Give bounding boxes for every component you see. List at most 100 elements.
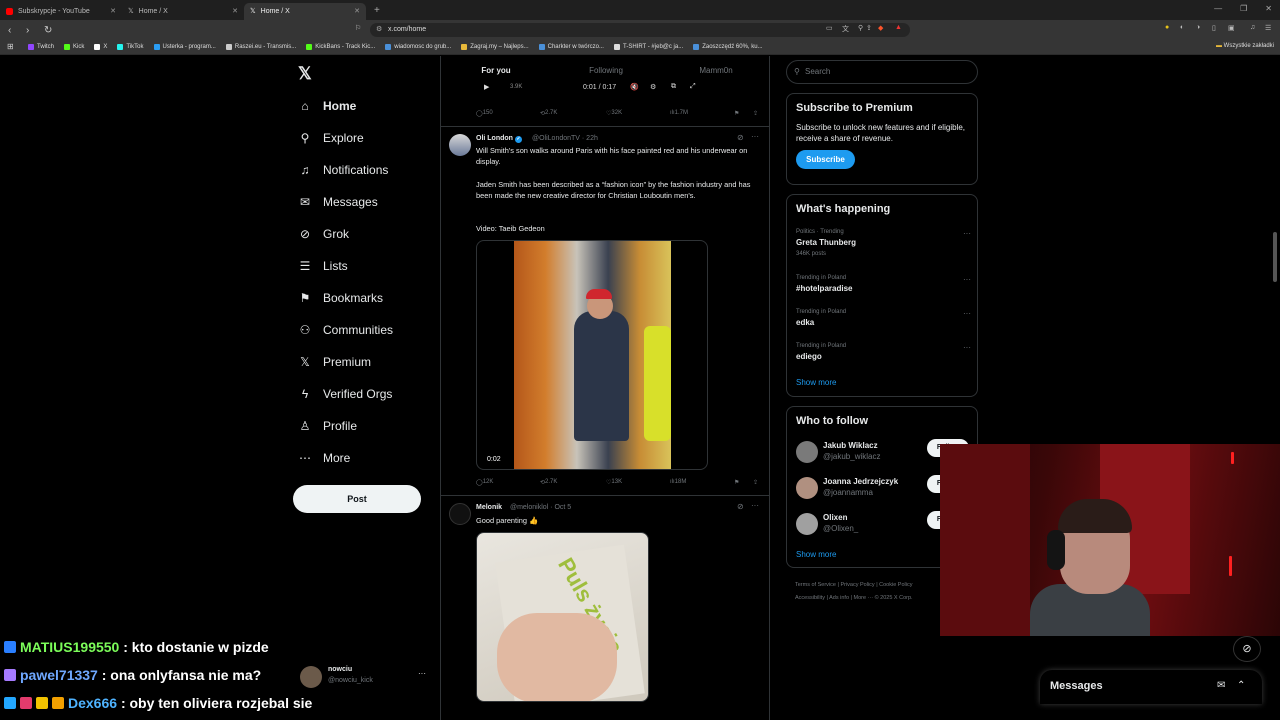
avatar[interactable] [796, 513, 818, 535]
avatar[interactable] [796, 477, 818, 499]
forward-icon[interactable]: › [26, 25, 36, 36]
tweet-photo[interactable]: Puls życia [476, 532, 649, 702]
cast-icon[interactable]: ▭ [826, 24, 833, 32]
bookmark-item[interactable]: Usterka - program... [153, 44, 216, 50]
trend-item[interactable]: Trending in Poland edka ··· [796, 309, 971, 327]
reply-icon[interactable]: ◯ 12K [476, 479, 493, 486]
settings-icon[interactable]: ⚙ [650, 83, 656, 91]
more-options-icon[interactable]: ··· [751, 132, 759, 141]
tweet-author-name[interactable]: Oli London ✓ [476, 135, 522, 143]
nav-item-premium[interactable]: 𝕏 Premium [298, 346, 438, 378]
bookmark-item[interactable]: wiadomosc do grub... [385, 44, 451, 50]
nav-item-bookmarks[interactable]: ⚑ Bookmarks [298, 282, 438, 314]
expand-icon[interactable]: ⌃ [1237, 680, 1245, 691]
more-options-icon[interactable]: ··· [751, 501, 759, 510]
nav-item-profile[interactable]: ♙ Profile [298, 410, 438, 442]
grok-button[interactable]: ⊘ [1233, 636, 1261, 662]
nav-item-explore[interactable]: ⚲ Explore [298, 122, 438, 154]
nav-item-grok[interactable]: ⊘ Grok [298, 218, 438, 250]
close-window-icon[interactable]: ✕ [1265, 4, 1272, 13]
tweet-author-name[interactable]: Melonik [476, 504, 502, 511]
like-icon[interactable]: ♡ 32K [606, 110, 622, 117]
bookmark-item[interactable]: Charkter w twórczo... [538, 44, 604, 50]
play-icon[interactable]: ▶ [484, 83, 489, 91]
bookmark-page-icon[interactable]: ⚐ [355, 24, 361, 32]
trend-item[interactable]: Politics · Trending Greta Thunberg 346K po… [796, 229, 971, 257]
minimize-icon[interactable]: — [1214, 4, 1222, 13]
more-options-icon[interactable]: ··· [963, 229, 971, 238]
x-logo-icon[interactable]: 𝕏 [298, 64, 312, 84]
close-tab-icon[interactable]: ✕ [232, 7, 238, 15]
trend-item[interactable]: Trending in Poland ediego ··· [796, 343, 971, 361]
bookmark-item[interactable]: Twitch [28, 44, 54, 50]
avatar[interactable] [449, 134, 471, 156]
tweet-author-handle[interactable]: @meloniklol · Oct 5 [510, 504, 571, 511]
site-info-icon[interactable]: ⚙ [376, 23, 382, 37]
translate-icon[interactable]: 文 [842, 24, 849, 34]
browser-tab-x-2[interactable]: 𝕏 Home / X ✕ [244, 2, 366, 20]
bookmark-icon[interactable]: ⚑ [734, 479, 739, 486]
bookmark-item[interactable]: T-SHIRT - #jeb@c ja... [613, 44, 683, 50]
nav-item-communities[interactable]: ⚇ Communities [298, 314, 438, 346]
all-bookmarks[interactable]: ▬ Wszystkie zakładki [1216, 43, 1274, 49]
nav-item-home[interactable]: ⌂ Home [298, 90, 438, 122]
share-icon[interactable]: ⇪ [753, 110, 758, 117]
browser-tab-x-1[interactable]: 𝕏 Home / X ✕ [122, 3, 244, 20]
more-options-icon[interactable]: ··· [418, 669, 426, 678]
sidebar-toggle-icon[interactable]: ▯ [1212, 24, 1216, 32]
bookmark-icon[interactable]: ⚑ [734, 110, 739, 117]
browser-tab-youtube[interactable]: Subskrypcje - YouTube ✕ [0, 3, 122, 20]
wallet-icon[interactable]: ▣ [1228, 24, 1235, 32]
avatar[interactable] [796, 441, 818, 463]
close-tab-icon[interactable]: ✕ [354, 7, 360, 15]
share-icon[interactable]: ⇪ [753, 479, 758, 486]
show-more-link[interactable]: Show more [796, 378, 836, 387]
nav-item-verified-orgs[interactable]: ϟ Verified Orgs [298, 378, 438, 410]
reply-icon[interactable]: ◯ 150 [476, 110, 493, 117]
repost-icon[interactable]: ⟲ 2.7K [540, 479, 557, 486]
views-icon[interactable]: ılı 18M [670, 479, 686, 485]
pip-icon[interactable]: ⧉ [671, 83, 676, 91]
search-input[interactable]: ⚲ Search [786, 60, 978, 84]
fullscreen-icon[interactable]: ⤢ [690, 83, 696, 91]
close-tab-icon[interactable]: ✕ [110, 7, 116, 15]
avatar[interactable] [449, 503, 471, 525]
new-tab-icon[interactable]: + [374, 5, 380, 16]
apps-grid-icon[interactable]: ⊞ [7, 42, 14, 51]
mute-icon[interactable]: 🔇 [630, 83, 639, 91]
messages-drawer[interactable]: Messages ✉ ⌃ [1040, 670, 1262, 704]
repost-icon[interactable]: ⟲ 2.7K [540, 110, 557, 117]
bookmark-item[interactable]: Raszei.eu - Transmis... [225, 44, 296, 50]
reload-icon[interactable]: ↻ [44, 25, 54, 36]
show-more-link[interactable]: Show more [796, 550, 836, 559]
nav-item-messages[interactable]: ✉ Messages [298, 186, 438, 218]
menu-icon[interactable]: ☰ [1265, 24, 1271, 32]
extension-icon[interactable]: ◑ [1196, 24, 1200, 31]
more-options-icon[interactable]: ··· [963, 275, 971, 284]
more-options-icon[interactable]: ··· [963, 309, 971, 318]
bookmark-item[interactable]: Kick [64, 44, 84, 50]
account-switcher[interactable]: nowciu @nowciu_kick ··· [298, 664, 436, 690]
extension-icon[interactable]: ◐ [1180, 24, 1184, 31]
post-button[interactable]: Post [293, 485, 421, 513]
subscribe-button[interactable]: Subscribe [796, 150, 855, 169]
bookmark-item[interactable]: KickBans - Track Kic... [306, 44, 375, 50]
bookmark-item[interactable]: Zaoszczędź 60%, ku... [693, 44, 763, 50]
tweet-video[interactable]: 0:02 [476, 240, 708, 470]
maximize-icon[interactable]: ❐ [1240, 4, 1247, 13]
new-message-icon[interactable]: ✉ [1217, 680, 1225, 691]
bookmark-item[interactable]: X [94, 44, 107, 50]
nav-item-more[interactable]: ⋯ More [298, 442, 438, 474]
like-icon[interactable]: ♡ 13K [606, 479, 622, 486]
share-icon[interactable]: ⇪ [866, 24, 872, 32]
extension-icon[interactable]: ● [1165, 24, 1169, 31]
more-options-icon[interactable]: ··· [963, 343, 971, 352]
grok-icon[interactable]: ⊘ [737, 502, 744, 511]
bookmark-item[interactable]: TikTok [117, 44, 144, 50]
nav-item-notifications[interactable]: ♫ Notifications [298, 154, 438, 186]
rewards-icon[interactable]: ▲ [895, 24, 902, 31]
brave-shield-icon[interactable]: ◆ [878, 24, 883, 32]
bookmark-item[interactable]: Zagraj.my – Najleps... [461, 44, 529, 50]
tweet-author-handle[interactable]: @OliLondonTV · 22h [532, 135, 598, 142]
nav-item-lists[interactable]: ☰ Lists [298, 250, 438, 282]
